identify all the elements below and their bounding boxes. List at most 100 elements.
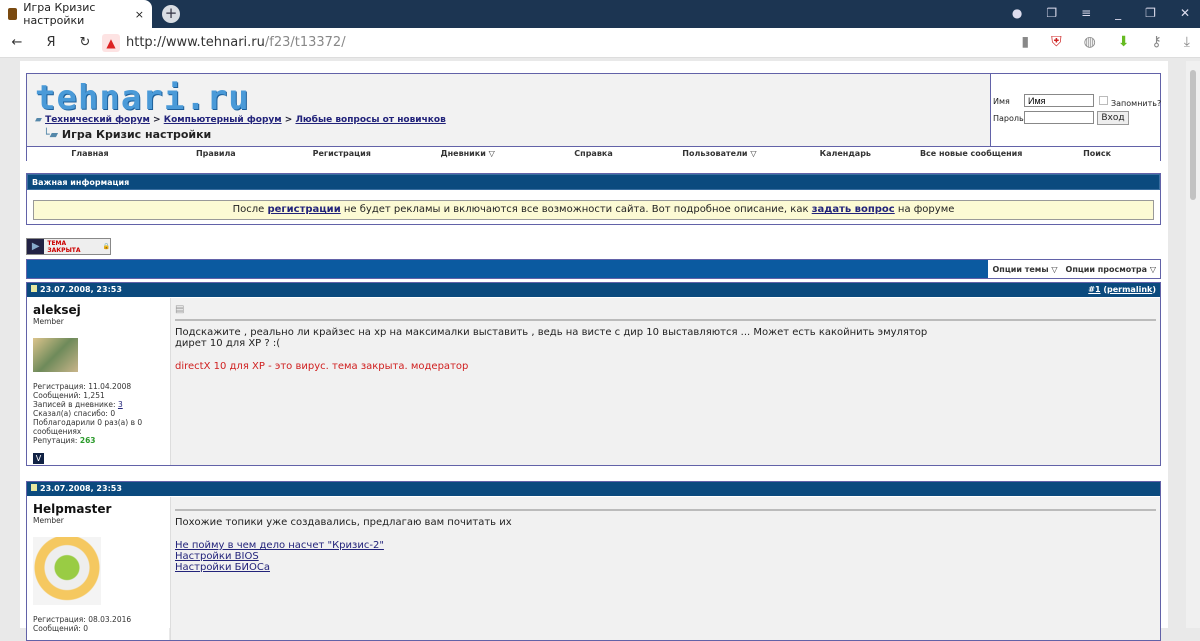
post-count: Сообщений: 1,251	[33, 391, 105, 400]
breadcrumb-link[interactable]: Компьютерный форум	[164, 115, 282, 125]
globe-icon[interactable]: ◍	[1084, 34, 1096, 50]
diary-count: Записей в дневнике: 3	[33, 400, 163, 409]
breadcrumb-sep: >	[284, 115, 293, 125]
post: 23.07.2008, 23:53 #1 (permalink) aleksej …	[26, 282, 1161, 466]
post-date: 23.07.2008, 23:53	[40, 285, 122, 294]
play-icon: ▶	[27, 239, 45, 254]
ask-question-link[interactable]: задать вопрос	[812, 204, 895, 215]
new-tab-button[interactable]: +	[162, 5, 180, 23]
download-ext-icon[interactable]: ⬇	[1118, 34, 1130, 50]
user-badge-icon: V	[33, 453, 44, 464]
page-title: └▰ Игра Кризис настройки	[43, 128, 211, 141]
post-text: дирет 10 для ХР ? :(	[175, 338, 281, 349]
url-input[interactable]: http://www.tehnari.ru/f23/t13372/	[126, 35, 346, 50]
username[interactable]: aleksej	[33, 303, 163, 317]
avatar	[33, 537, 101, 605]
info-text: не будет рекламы и включаются все возмож…	[340, 204, 812, 215]
folder-icon: ▰	[35, 115, 46, 125]
password-input[interactable]	[1024, 111, 1094, 124]
thread-title: Игра Кризис настройки	[61, 128, 212, 141]
warning-icon[interactable]: ▲	[102, 33, 120, 52]
post-number-link[interactable]: #1	[1088, 285, 1100, 294]
nav-register[interactable]: Регистрация	[279, 147, 405, 161]
diary-label: Записей в дневнике:	[33, 400, 118, 409]
url-host: http://www.tehnari.ru	[126, 35, 265, 50]
remember-label: Запомнить?	[1111, 99, 1162, 108]
nav-search[interactable]: Поиск	[1034, 147, 1160, 161]
favicon-icon	[8, 8, 18, 20]
nav-diaries[interactable]: Дневники ▽	[405, 147, 531, 161]
related-topic-link[interactable]: Настройки BIOS	[175, 551, 1156, 562]
info-title: Важная информация	[27, 174, 1160, 190]
menu-icon[interactable]: ≡	[1081, 6, 1091, 20]
post-count: Сообщений: 0	[33, 624, 89, 633]
nav-bar: Главная Правила Регистрация Дневники ▽ Справ…	[27, 146, 1160, 161]
related-topic-link[interactable]: Не пойму в чем дело насчет "Кризис-2"	[175, 540, 1156, 551]
post-date: 23.07.2008, 23:53	[40, 484, 122, 493]
nav-users[interactable]: Пользователи ▽	[656, 147, 782, 161]
yandex-icon[interactable]: Я	[34, 35, 68, 50]
important-info: Важная информация После регистрации не б…	[26, 173, 1161, 225]
login-button[interactable]: Вход	[1097, 111, 1129, 125]
nav-home[interactable]: Главная	[27, 147, 153, 161]
post-icon	[31, 484, 37, 491]
user-role: Member	[33, 317, 64, 326]
thread-options-menu[interactable]: Опции темы ▽	[992, 265, 1057, 274]
rep-label: Репутация:	[33, 436, 80, 445]
tab-title: Игра Кризис настройки	[23, 1, 96, 27]
close-tab-icon[interactable]: ×	[135, 8, 144, 21]
scrollbar-thumb[interactable]	[1190, 70, 1196, 200]
post-message-icon: ▤	[175, 304, 185, 315]
nav-new-posts[interactable]: Все новые сообщения	[908, 147, 1034, 161]
permalink-link[interactable]: permalink	[1107, 285, 1152, 294]
username-input[interactable]	[1024, 94, 1094, 107]
moderator-note: directX 10 для XP - это вирус. тема закр…	[175, 361, 469, 372]
post-text: Похожие топики уже создавались, предлага…	[175, 517, 512, 528]
nav-rules[interactable]: Правила	[153, 147, 279, 161]
folder-open-icon: └▰	[43, 128, 62, 141]
extensions-icon[interactable]: ⚷	[1152, 34, 1162, 50]
password-label: Пароль	[993, 114, 1024, 123]
address-bar: ← Я ↻ ▲ http://www.tehnari.ru/f23/t13372…	[0, 28, 1200, 58]
breadcrumb-link[interactable]: Технический форум	[45, 115, 150, 125]
bookmark-icon[interactable]: ▮	[1021, 34, 1029, 50]
back-icon[interactable]: ←	[0, 35, 34, 50]
thanks-received: Поблагодарили 0 раз(а) в 0 сообщениях	[33, 418, 143, 436]
breadcrumb-link[interactable]: Любые вопросы от новичков	[295, 115, 445, 125]
post-text: Подскажите , реально ли крайзес на хр на…	[175, 327, 928, 338]
info-text: После	[232, 204, 268, 215]
name-label: Имя	[993, 97, 1010, 106]
tab-active[interactable]: Игра Кризис настройки ×	[0, 0, 152, 28]
thread-closed-button[interactable]: ▶ ТЕМА ЗАКРЫТА 🔒	[26, 238, 111, 255]
related-topic-link[interactable]: Настройки БИОСа	[175, 562, 1156, 573]
username[interactable]: Helpmaster	[33, 502, 163, 516]
close-window-icon[interactable]: ✕	[1180, 6, 1190, 20]
login-form: Имя Запомнить? Пароль Вход	[990, 74, 1162, 146]
remember-checkbox[interactable]	[1099, 96, 1108, 105]
collections-icon[interactable]: ❐	[1046, 6, 1057, 20]
url-path: /f23/t13372/	[264, 35, 346, 50]
info-message: После регистрации не будет рекламы и вкл…	[33, 200, 1154, 220]
nav-calendar[interactable]: Календарь	[782, 147, 908, 161]
reg-date: Регистрация: 08.03.2016	[33, 615, 132, 624]
closed-label: ТЕМА ЗАКРЫТА	[47, 239, 81, 254]
reputation: Репутация: 263	[33, 436, 163, 445]
minimize-icon[interactable]: _	[1115, 6, 1121, 20]
breadcrumb: ▰ Технический форум > Компьютерный форум…	[35, 115, 446, 125]
site-logo[interactable]: tehnari.ru	[35, 78, 250, 118]
view-options-menu[interactable]: Опции просмотра ▽	[1066, 265, 1156, 274]
profile-icon[interactable]: ●	[1012, 6, 1022, 20]
user-role: Member	[33, 516, 64, 525]
reg-date: Регистрация: 11.04.2008	[33, 382, 132, 391]
post: 23.07.2008, 23:53 Helpmaster Member Реги…	[26, 481, 1161, 641]
nav-help[interactable]: Справка	[531, 147, 657, 161]
diary-link[interactable]: 3	[118, 400, 123, 409]
breadcrumb-sep: >	[153, 115, 161, 125]
adblock-icon[interactable]: ⛨	[1051, 34, 1062, 50]
tab-bar: Игра Кризис настройки × + ● ❐ ≡ _ ❐ ✕	[0, 0, 1200, 28]
reload-icon[interactable]: ↻	[68, 35, 102, 50]
restore-icon[interactable]: ❐	[1145, 6, 1156, 20]
lock-icon: 🔒	[102, 243, 110, 250]
register-link[interactable]: регистрации	[267, 204, 340, 215]
downloads-icon[interactable]: ⤓	[1184, 34, 1190, 50]
